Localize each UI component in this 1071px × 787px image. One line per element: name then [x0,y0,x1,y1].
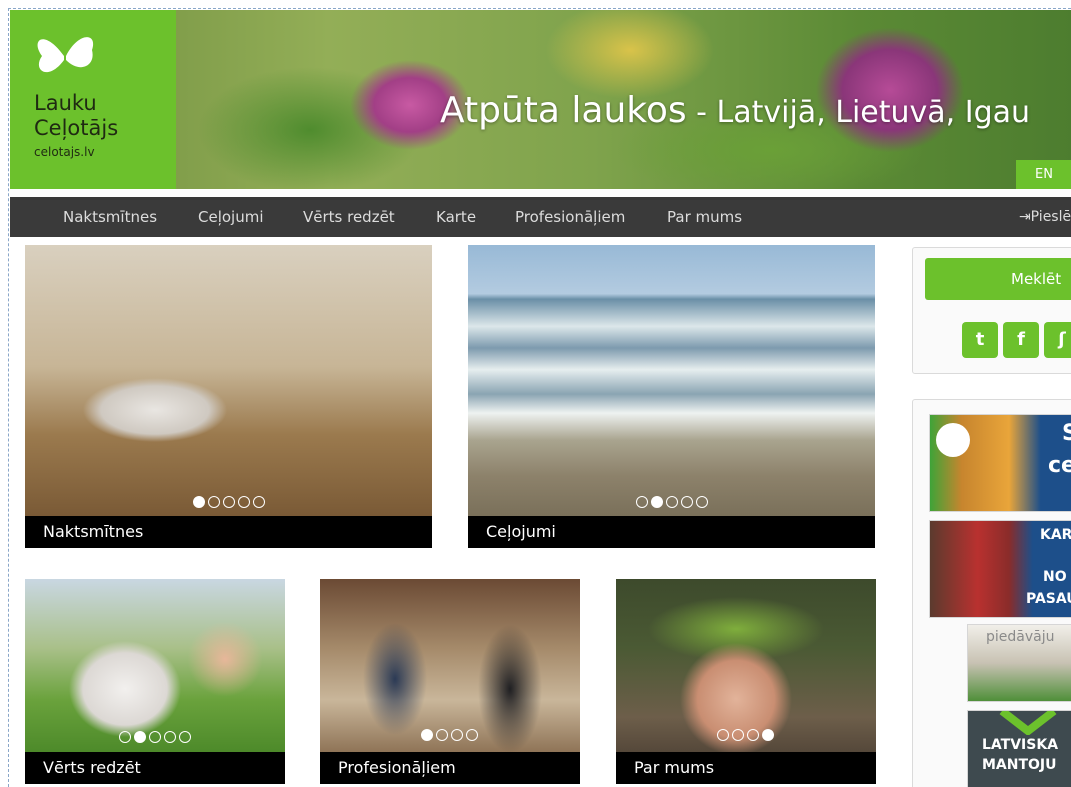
ad-text: LATVISKA [982,737,1059,753]
slider-dots [119,731,191,743]
tile-profesionaliem[interactable]: Profesionāļiem [320,579,580,784]
slider-dot[interactable] [223,496,235,508]
slider-dot[interactable] [732,729,744,741]
slider-dot[interactable] [119,731,131,743]
leaf-logo-icon [936,423,970,457]
tile-photo [25,245,432,516]
slider-dot[interactable] [636,496,648,508]
hero-title-sub: - Latvijā, Lietuvā, Igau [686,95,1031,130]
slider-dot[interactable] [193,496,205,508]
nav-item-par-mums[interactable]: Par mums [667,197,742,237]
slider-dot[interactable] [149,731,161,743]
tile-photo [320,579,580,752]
tile-photo [25,579,285,752]
ad-text: piedāvāju [986,629,1055,645]
butterfly-icon [37,37,94,76]
tile-photo [616,579,876,752]
ad-banner-3[interactable]: piedāvāju [967,624,1071,702]
facebook-icon[interactable]: f [1003,322,1039,358]
slider-dot[interactable] [681,496,693,508]
ad-text: NO [1043,569,1067,585]
ad-banner-2[interactable]: KAR NO PASAU [929,520,1071,618]
slider-dot[interactable] [253,496,265,508]
slider-dots [421,729,478,741]
logo-name-line2: Ceļotājs [34,116,119,140]
tile-verts-redzet[interactable]: Vērts redzēt [25,579,285,784]
slider-dots [717,729,774,741]
slider-dots [636,496,708,508]
page-frame: Lauku Ceļotājs celotajs.lv Atpūta laukos… [8,8,1071,787]
logo-name-line1: Lauku [34,91,97,115]
slider-dot[interactable] [651,496,663,508]
tile-caption: Naktsmītnes [25,516,432,548]
login-label: Pieslēg [1030,209,1071,225]
header-banner: Lauku Ceļotājs celotajs.lv Atpūta laukos… [10,10,1071,189]
chevron-logo-icon [999,711,1057,735]
ad-text: KAR [1040,527,1071,543]
slider-dots [193,496,265,508]
tile-caption: Profesionāļiem [320,752,580,784]
twitter-icon[interactable]: t [962,322,998,358]
nav-item-profesionaliem[interactable]: Profesionāļiem [515,197,625,237]
search-button[interactable]: Meklēt [925,258,1071,300]
tile-naktsmitnes[interactable]: Naktsmītnes [25,245,432,548]
sidebar-ads-box: S ce KAR NO PASAU piedāvāju LATVISKA MAN… [912,399,1071,787]
slider-dot[interactable] [179,731,191,743]
slider-dot[interactable] [164,731,176,743]
slider-dot[interactable] [421,729,433,741]
login-link[interactable]: ⇥Pieslēg [1019,197,1071,237]
site-logo[interactable]: Lauku Ceļotājs celotajs.lv [10,10,176,189]
login-icon: ⇥ [1018,209,1031,225]
rss-icon[interactable]: ʃ [1044,322,1071,358]
slider-dot[interactable] [238,496,250,508]
nav-item-karte[interactable]: Karte [436,197,476,237]
slider-dot[interactable] [208,496,220,508]
slider-dot[interactable] [717,729,729,741]
slider-dot[interactable] [696,496,708,508]
language-button[interactable]: EN [1016,160,1071,189]
slider-dot[interactable] [666,496,678,508]
ad-text: MANTOJU [982,757,1057,773]
ad-banner-1[interactable]: S ce [929,414,1071,512]
tile-caption: Par mums [616,752,876,784]
tile-par-mums[interactable]: Par mums [616,579,876,784]
sidebar-search-box: Meklēt t f ʃ [912,247,1071,374]
nav-item-naktsmitnes[interactable]: Naktsmītnes [63,197,157,237]
logo-url: celotajs.lv [34,145,95,159]
tile-photo [468,245,875,516]
tile-caption: Vērts redzēt [25,752,285,784]
slider-dot[interactable] [451,729,463,741]
ad-banner-4[interactable]: LATVISKA MANTOJU [967,710,1071,787]
ad-text: ce [1048,453,1071,478]
nav-item-celojumi[interactable]: Ceļojumi [198,197,264,237]
slider-dot[interactable] [134,731,146,743]
slider-dot[interactable] [762,729,774,741]
main-nav: Naktsmītnes Ceļojumi Vērts redzēt Karte … [10,197,1071,237]
slider-dot[interactable] [466,729,478,741]
slider-dot[interactable] [747,729,759,741]
tile-caption: Ceļojumi [468,516,875,548]
hero-title-main: Atpūta laukos [440,90,687,131]
hero-title: Atpūta laukos - Latvijā, Lietuvā, Igau [440,90,1030,131]
nav-item-verts-redzet[interactable]: Vērts redzēt [303,197,395,237]
slider-dot[interactable] [436,729,448,741]
ad-text: S [1062,421,1071,446]
tile-celojumi[interactable]: Ceļojumi [468,245,875,548]
ad-text: PASAU [1026,591,1071,607]
